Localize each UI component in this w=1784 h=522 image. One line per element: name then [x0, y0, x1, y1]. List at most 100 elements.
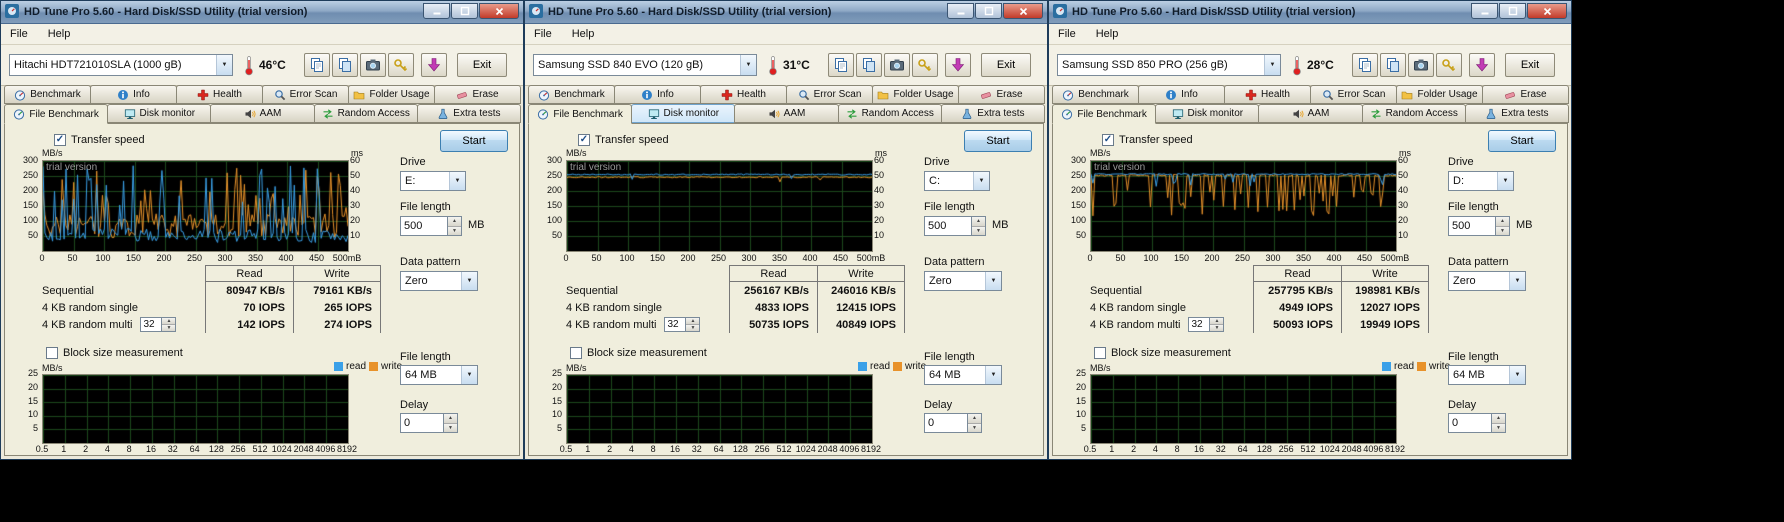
copy-image-button[interactable] [1380, 53, 1406, 77]
tab-benchmark[interactable]: Benchmark [528, 85, 615, 104]
saved-screenshots-button[interactable] [388, 53, 414, 77]
spin-down-icon[interactable]: ▼ [448, 226, 461, 235]
titlebar[interactable]: HD Tune Pro 5.60 - Hard Disk/SSD Utility… [1049, 1, 1571, 24]
delay-input[interactable]: 0 ▲ ▼ [400, 413, 458, 433]
saved-screenshots-button[interactable] [912, 53, 938, 77]
spin-down-icon[interactable]: ▼ [444, 423, 457, 432]
drive-select[interactable]: D: ▼ [1448, 171, 1514, 191]
copy-image-button[interactable] [332, 53, 358, 77]
exit-button[interactable]: Exit [457, 53, 507, 77]
tab-folder-usage[interactable]: Folder Usage [872, 85, 959, 104]
tab-extra-tests[interactable]: Extra tests [1464, 104, 1570, 123]
block-size-checkbox[interactable]: Block size measurement [570, 347, 707, 359]
start-button[interactable]: Start [440, 130, 508, 152]
tab-benchmark[interactable]: Benchmark [1052, 85, 1139, 104]
exit-button[interactable]: Exit [981, 53, 1031, 77]
delay-input[interactable]: 0 ▲ ▼ [924, 413, 982, 433]
queue-depth-input[interactable]: 32 ▲ ▼ [664, 317, 701, 332]
spin-down-icon[interactable]: ▼ [686, 325, 700, 331]
save-results-button[interactable] [421, 53, 447, 77]
maximize-button[interactable] [1499, 3, 1526, 19]
start-button[interactable]: Start [964, 130, 1032, 152]
menu-file[interactable]: File [534, 28, 552, 40]
tab-aam[interactable]: AAM [1258, 104, 1363, 123]
close-button[interactable] [1527, 3, 1567, 19]
spin-down-icon[interactable]: ▼ [1210, 325, 1224, 331]
exit-button[interactable]: Exit [1505, 53, 1555, 77]
close-button[interactable] [1003, 3, 1043, 19]
tab-benchmark[interactable]: Benchmark [4, 85, 91, 104]
spin-up-icon[interactable]: ▲ [1496, 217, 1509, 227]
save-results-button[interactable] [1469, 53, 1495, 77]
drive-model-select[interactable]: Hitachi HDT721010SLA (1000 gB) ▼ [9, 54, 233, 76]
menu-help[interactable]: Help [572, 28, 595, 40]
spin-down-icon[interactable]: ▼ [968, 423, 981, 432]
data-pattern-select[interactable]: Zero ▼ [1448, 271, 1526, 291]
spin-down-icon[interactable]: ▼ [972, 226, 985, 235]
saved-screenshots-button[interactable] [1436, 53, 1462, 77]
tab-aam[interactable]: AAM [734, 104, 839, 123]
tab-random-access[interactable]: Random Access [313, 104, 418, 123]
spin-up-icon[interactable]: ▲ [968, 414, 981, 424]
copy-text-button[interactable] [304, 53, 330, 77]
block-file-length-select[interactable]: 64 MB ▼ [924, 365, 1002, 385]
tab-error-scan[interactable]: Error Scan [262, 85, 349, 104]
menu-file[interactable]: File [10, 28, 28, 40]
queue-depth-input[interactable]: 32 ▲ ▼ [140, 317, 177, 332]
tab-file-benchmark[interactable]: File Benchmark [528, 104, 633, 124]
titlebar[interactable]: HD Tune Pro 5.60 - Hard Disk/SSD Utility… [525, 1, 1047, 24]
transfer-speed-checkbox[interactable]: ✓ Transfer speed [578, 134, 669, 146]
file-length-input[interactable]: 500 ▲ ▼ [1448, 216, 1510, 236]
tab-info[interactable]: Info [90, 85, 177, 104]
spin-up-icon[interactable]: ▲ [686, 318, 700, 325]
block-file-length-select[interactable]: 64 MB ▼ [400, 365, 478, 385]
tab-health[interactable]: Health [700, 85, 787, 104]
data-pattern-select[interactable]: Zero ▼ [924, 271, 1002, 291]
spin-up-icon[interactable]: ▲ [972, 217, 985, 227]
minimize-button[interactable] [1471, 3, 1498, 19]
tab-folder-usage[interactable]: Folder Usage [348, 85, 435, 104]
transfer-speed-checkbox[interactable]: ✓ Transfer speed [1102, 134, 1193, 146]
tab-extra-tests[interactable]: Extra tests [416, 104, 522, 123]
tab-file-benchmark[interactable]: File Benchmark [1052, 104, 1157, 124]
tab-erase[interactable]: Erase [434, 85, 521, 104]
menu-file[interactable]: File [1058, 28, 1076, 40]
drive-select[interactable]: E: ▼ [400, 171, 466, 191]
maximize-button[interactable] [451, 3, 478, 19]
titlebar[interactable]: HD Tune Pro 5.60 - Hard Disk/SSD Utility… [1, 1, 523, 24]
screenshot-button[interactable] [884, 53, 910, 77]
tab-folder-usage[interactable]: Folder Usage [1396, 85, 1483, 104]
minimize-button[interactable] [947, 3, 974, 19]
copy-text-button[interactable] [828, 53, 854, 77]
close-button[interactable] [479, 3, 519, 19]
data-pattern-select[interactable]: Zero ▼ [400, 271, 478, 291]
copy-text-button[interactable] [1352, 53, 1378, 77]
menu-help[interactable]: Help [1096, 28, 1119, 40]
tab-info[interactable]: Info [1138, 85, 1225, 104]
spin-up-icon[interactable]: ▲ [162, 318, 176, 325]
drive-model-select[interactable]: Samsung SSD 840 EVO (120 gB) ▼ [533, 54, 757, 76]
tab-disk-monitor[interactable]: Disk monitor [107, 104, 212, 123]
spin-up-icon[interactable]: ▲ [1492, 414, 1505, 424]
file-length-input[interactable]: 500 ▲ ▼ [400, 216, 462, 236]
tab-random-access[interactable]: Random Access [1361, 104, 1466, 123]
drive-select[interactable]: C: ▼ [924, 171, 990, 191]
tab-disk-monitor[interactable]: Disk monitor [631, 104, 736, 123]
spin-down-icon[interactable]: ▼ [1492, 423, 1505, 432]
spin-down-icon[interactable]: ▼ [162, 325, 176, 331]
tab-health[interactable]: Health [176, 85, 263, 104]
screenshot-button[interactable] [360, 53, 386, 77]
minimize-button[interactable] [423, 3, 450, 19]
spin-up-icon[interactable]: ▲ [444, 414, 457, 424]
start-button[interactable]: Start [1488, 130, 1556, 152]
tab-erase[interactable]: Erase [958, 85, 1045, 104]
tab-disk-monitor[interactable]: Disk monitor [1155, 104, 1260, 123]
spin-up-icon[interactable]: ▲ [448, 217, 461, 227]
maximize-button[interactable] [975, 3, 1002, 19]
spin-up-icon[interactable]: ▲ [1210, 318, 1224, 325]
tab-random-access[interactable]: Random Access [837, 104, 942, 123]
copy-image-button[interactable] [856, 53, 882, 77]
tab-info[interactable]: Info [614, 85, 701, 104]
tab-error-scan[interactable]: Error Scan [786, 85, 873, 104]
tab-health[interactable]: Health [1224, 85, 1311, 104]
